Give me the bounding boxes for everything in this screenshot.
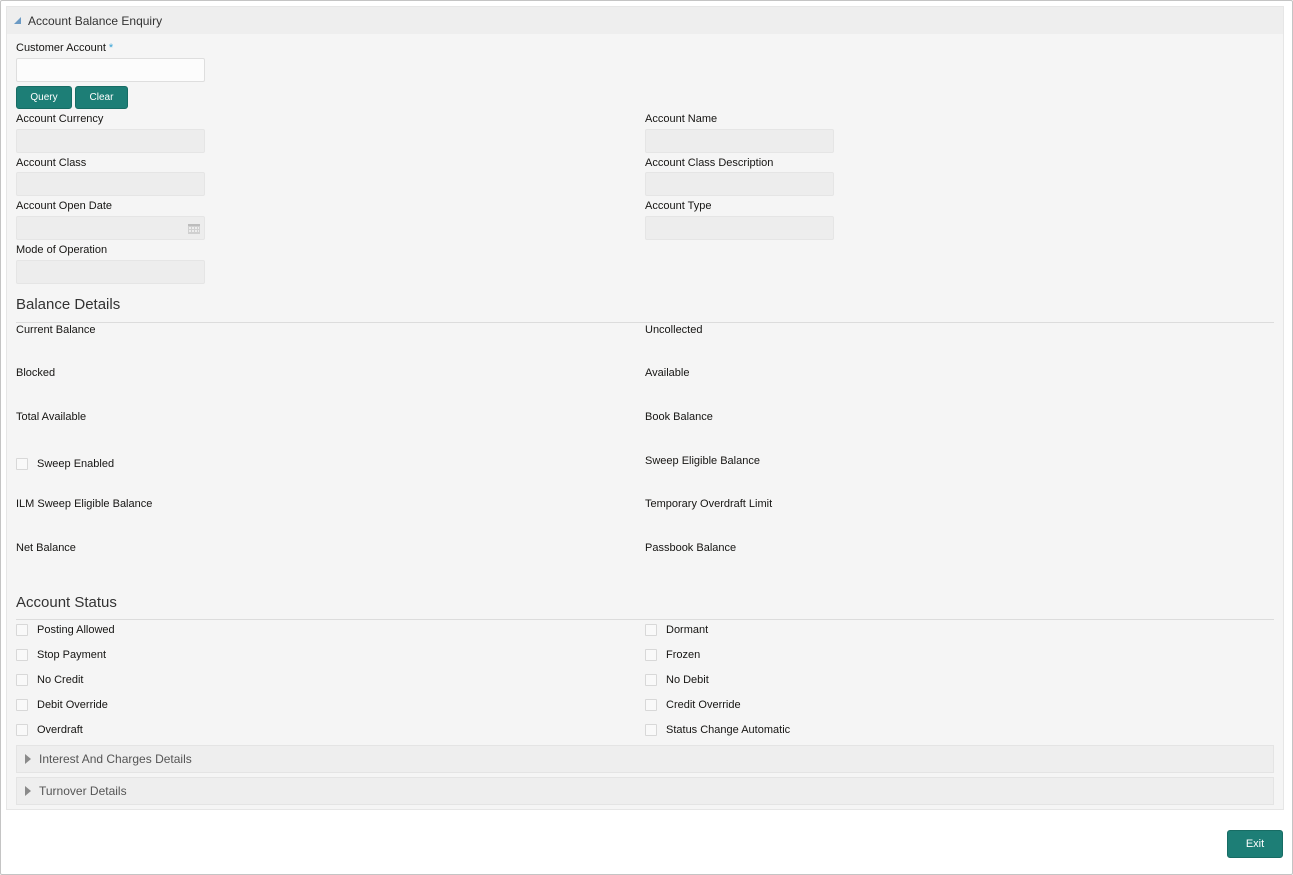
dormant-row: Dormant <box>645 624 708 636</box>
account-status-divider <box>16 619 1274 620</box>
account-class-description-field <box>645 172 834 196</box>
turnover-details-section[interactable]: Turnover Details <box>16 777 1274 805</box>
account-status-title: Account Status <box>16 594 117 611</box>
sweep-enabled-label: Sweep Enabled <box>37 458 115 470</box>
turnover-details-label: Turnover Details <box>39 784 127 798</box>
collapse-triangle-icon <box>14 17 21 24</box>
credit-override-label: Credit Override <box>666 699 741 711</box>
clear-button[interactable]: Clear <box>75 86 128 109</box>
interest-and-charges-details-label: Interest And Charges Details <box>39 752 192 766</box>
posting-allowed-checkbox[interactable] <box>16 624 28 636</box>
required-marker: * <box>108 42 114 54</box>
blocked-label: Blocked <box>16 367 56 379</box>
balance-details-title: Balance Details <box>16 296 121 313</box>
account-currency-field <box>16 129 205 153</box>
book-balance-label: Book Balance <box>645 411 713 423</box>
interest-and-charges-details-section[interactable]: Interest And Charges Details <box>16 745 1274 773</box>
expand-triangle-icon <box>25 786 31 796</box>
account-type-field <box>645 216 834 240</box>
account-balance-enquiry-panel: Account Balance Enquiry <box>6 6 1284 810</box>
status-change-automatic-row: Status Change Automatic <box>645 724 790 736</box>
frozen-label: Frozen <box>666 649 701 661</box>
passbook-balance-label: Passbook Balance <box>645 542 737 554</box>
net-balance-label: Net Balance <box>16 542 76 554</box>
no-debit-label: No Debit <box>666 674 709 686</box>
account-currency-label: Account Currency <box>16 113 104 125</box>
account-type-label: Account Type <box>645 200 712 212</box>
mode-of-operation-field <box>16 260 205 284</box>
current-balance-label: Current Balance <box>16 324 96 336</box>
posting-allowed-label: Posting Allowed <box>37 624 115 636</box>
panel-title: Account Balance Enquiry <box>28 13 163 28</box>
credit-override-row: Credit Override <box>645 699 741 711</box>
balance-details-divider <box>16 322 1274 323</box>
status-change-automatic-label: Status Change Automatic <box>666 724 791 736</box>
debit-override-label: Debit Override <box>37 699 108 711</box>
customer-account-label: Customer Account * <box>16 42 113 54</box>
stop-payment-label: Stop Payment <box>37 649 107 661</box>
panel-header[interactable]: Account Balance Enquiry <box>7 7 1283 34</box>
credit-override-checkbox[interactable] <box>645 699 657 711</box>
account-class-description-label: Account Class Description <box>645 157 774 169</box>
customer-account-input[interactable] <box>16 58 205 82</box>
status-change-automatic-checkbox[interactable] <box>645 724 657 736</box>
no-credit-row: No Credit <box>16 674 83 686</box>
posting-allowed-row: Posting Allowed <box>16 624 115 636</box>
expand-triangle-icon <box>25 754 31 764</box>
exit-button[interactable]: Exit <box>1227 830 1283 858</box>
account-name-label: Account Name <box>645 113 718 125</box>
sweep-enabled-row: Sweep Enabled <box>16 458 114 470</box>
account-open-date-field <box>16 216 205 240</box>
ilm-sweep-eligible-balance-label: ILM Sweep Eligible Balance <box>16 498 153 510</box>
overdraft-label: Overdraft <box>37 724 83 736</box>
debit-override-checkbox[interactable] <box>16 699 28 711</box>
dormant-checkbox[interactable] <box>645 624 657 636</box>
stop-payment-row: Stop Payment <box>16 649 106 661</box>
sweep-eligible-balance-label: Sweep Eligible Balance <box>645 455 760 467</box>
query-button[interactable]: Query <box>16 86 72 109</box>
stop-payment-checkbox[interactable] <box>16 649 28 661</box>
uncollected-label: Uncollected <box>645 324 703 336</box>
frozen-checkbox[interactable] <box>645 649 657 661</box>
overdraft-row: Overdraft <box>16 724 83 736</box>
debit-override-row: Debit Override <box>16 699 108 711</box>
dormant-label: Dormant <box>666 624 709 636</box>
overdraft-checkbox[interactable] <box>16 724 28 736</box>
account-class-field <box>16 172 205 196</box>
available-label: Available <box>645 367 690 379</box>
temporary-overdraft-limit-label: Temporary Overdraft Limit <box>645 498 773 510</box>
no-credit-checkbox[interactable] <box>16 674 28 686</box>
account-open-date-label: Account Open Date <box>16 200 113 212</box>
no-debit-row: No Debit <box>645 674 709 686</box>
frozen-row: Frozen <box>645 649 700 661</box>
account-class-label: Account Class <box>16 157 87 169</box>
no-credit-label: No Credit <box>37 674 84 686</box>
mode-of-operation-label: Mode of Operation <box>16 244 108 256</box>
customer-account-label-text: Customer Account <box>16 42 106 54</box>
sweep-enabled-checkbox[interactable] <box>16 458 28 470</box>
account-name-field <box>645 129 834 153</box>
calendar-icon[interactable] <box>188 223 200 234</box>
no-debit-checkbox[interactable] <box>645 674 657 686</box>
total-available-label: Total Available <box>16 411 87 423</box>
